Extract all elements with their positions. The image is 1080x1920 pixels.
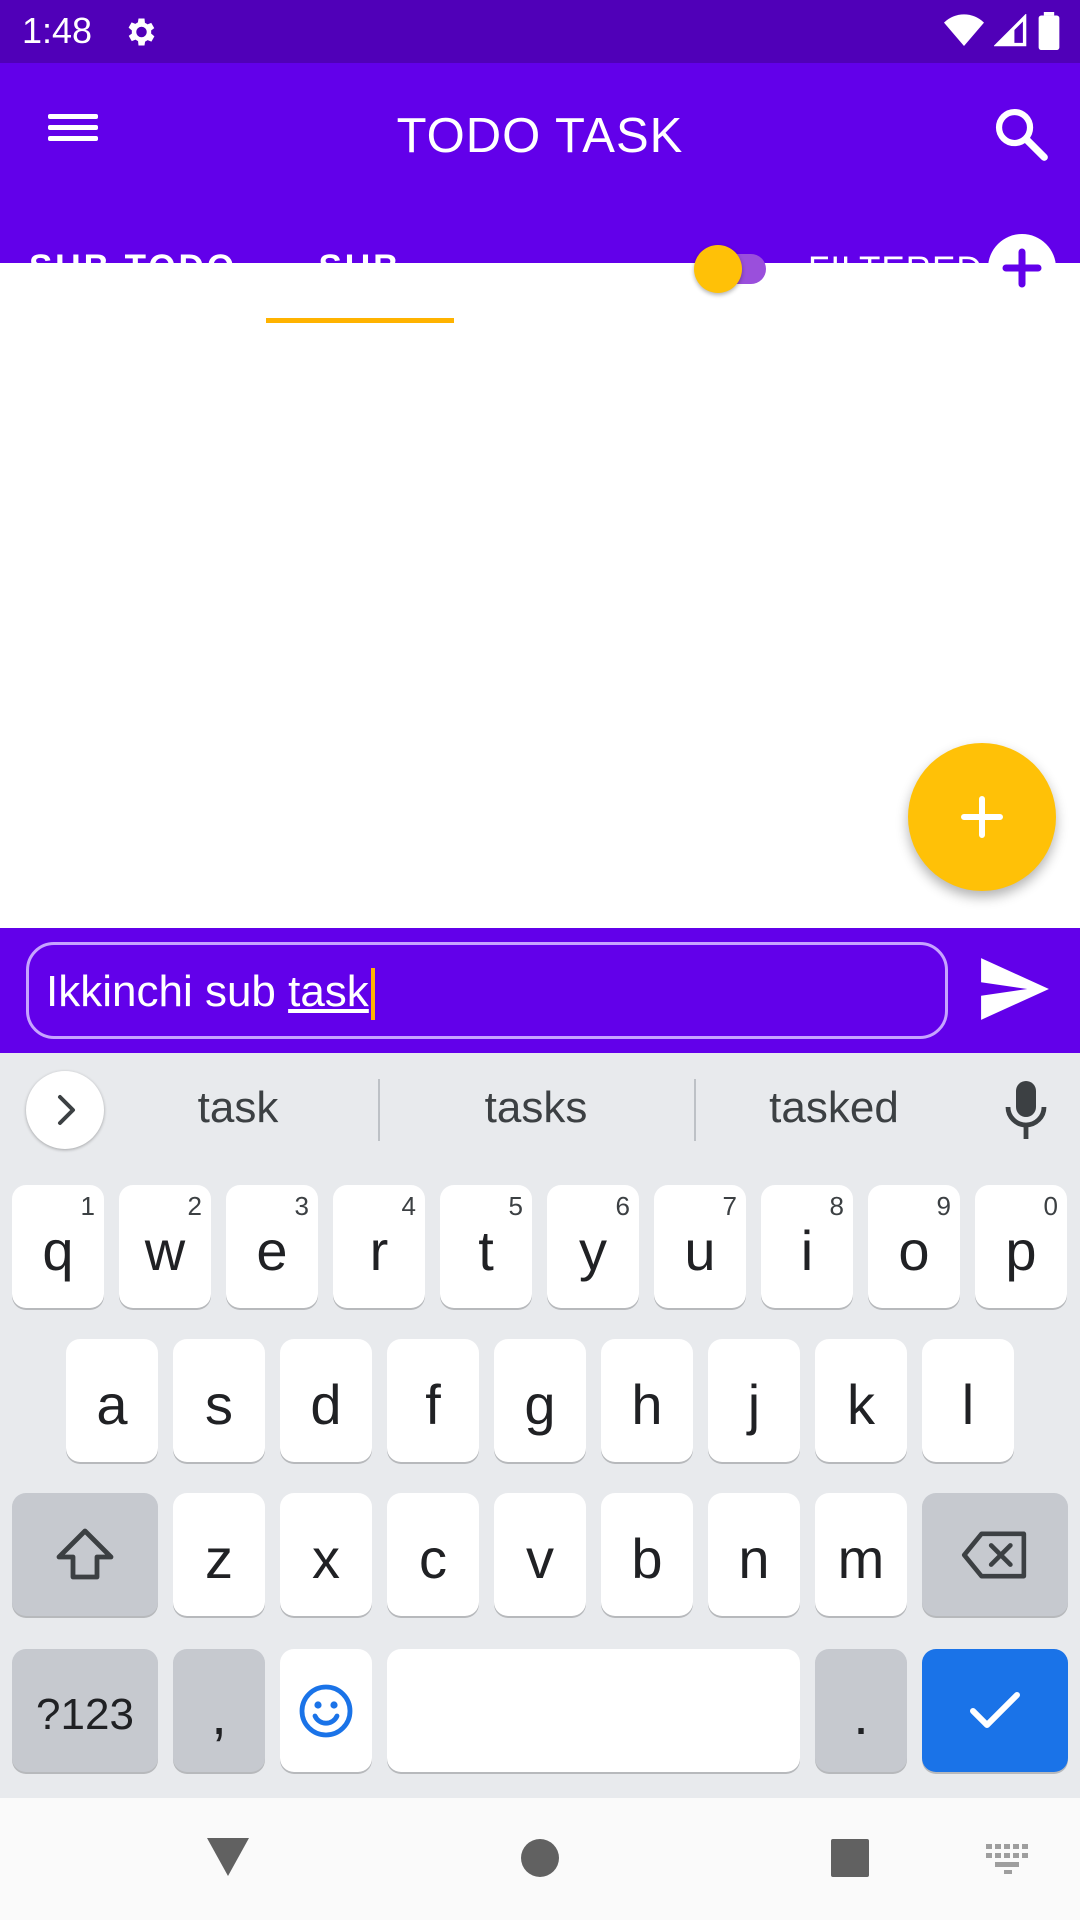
input-bar: Ikkinchi sub task — [0, 928, 1080, 1053]
battery-icon — [1038, 12, 1060, 50]
settings-icon — [128, 18, 155, 46]
key-h[interactable]: h — [601, 1339, 693, 1462]
navigation-bar — [0, 1798, 1080, 1920]
keyboard: task tasks tasked 1q 2w 3e 4r 5t 6y 7u 8… — [0, 1053, 1080, 1798]
key-p[interactable]: 0p — [975, 1185, 1067, 1308]
suggestion-divider — [694, 1079, 696, 1141]
key-k[interactable]: k — [815, 1339, 907, 1462]
suggestion-1[interactable]: task — [138, 1083, 338, 1133]
key-e[interactable]: 3e — [226, 1185, 318, 1308]
key-r[interactable]: 4r — [333, 1185, 425, 1308]
key-i[interactable]: 8i — [761, 1185, 853, 1308]
done-key[interactable] — [922, 1649, 1068, 1772]
key-a[interactable]: a — [66, 1339, 158, 1462]
key-y[interactable]: 6y — [547, 1185, 639, 1308]
suggestion-2[interactable]: tasks — [436, 1083, 636, 1133]
status-time: 1:48 — [22, 10, 93, 51]
key-s[interactable]: s — [173, 1339, 265, 1462]
input-composing-word: task — [288, 967, 369, 1016]
key-t[interactable]: 5t — [440, 1185, 532, 1308]
status-icons — [944, 12, 1060, 50]
send-icon[interactable] — [978, 958, 1052, 1020]
key-c[interactable]: c — [387, 1493, 479, 1616]
wifi-icon — [944, 14, 984, 46]
tab-sub-todo[interactable]: SUB TODO — [0, 228, 266, 308]
filtered-label: FILTERED — [808, 250, 983, 289]
add-icon — [961, 796, 1003, 838]
emoji-key[interactable] — [280, 1649, 372, 1772]
back-icon[interactable] — [205, 1836, 251, 1878]
add-task-fab[interactable] — [908, 743, 1056, 891]
chevron-right-icon — [58, 1095, 75, 1125]
add-circle-icon — [1002, 248, 1042, 288]
recents-icon[interactable] — [830, 1838, 870, 1878]
key-x[interactable]: x — [280, 1493, 372, 1616]
key-q[interactable]: 1q — [12, 1185, 104, 1308]
tab-sub[interactable]: SUB — [266, 228, 454, 308]
add-circle-button[interactable] — [988, 234, 1056, 302]
space-key[interactable] — [387, 1649, 800, 1772]
symbols-key[interactable]: ?123 — [12, 1649, 158, 1772]
sub-task-input[interactable]: Ikkinchi sub task — [26, 942, 948, 1039]
search-icon[interactable] — [990, 103, 1052, 165]
status-bar: 1:48 — [0, 0, 1080, 63]
key-j[interactable]: j — [708, 1339, 800, 1462]
text-caret — [370, 968, 375, 1021]
key-m[interactable]: m — [815, 1493, 907, 1616]
input-text: Ikkinchi sub task — [46, 967, 375, 1021]
input-prefix: Ikkinchi sub — [46, 967, 289, 1016]
comma-key[interactable]: , — [173, 1649, 265, 1772]
filter-toggle[interactable] — [690, 244, 780, 294]
key-g[interactable]: g — [494, 1339, 586, 1462]
backspace-key[interactable] — [922, 1493, 1068, 1616]
key-f[interactable]: f — [387, 1339, 479, 1462]
shift-key[interactable] — [12, 1493, 158, 1616]
backspace-icon — [961, 1531, 1027, 1578]
key-l[interactable]: l — [922, 1339, 1014, 1462]
suggestion-3[interactable]: tasked — [734, 1083, 934, 1133]
emoji-icon — [299, 1684, 353, 1737]
cell-signal-icon — [994, 14, 1027, 47]
key-b[interactable]: b — [601, 1493, 693, 1616]
tab-indicator — [266, 318, 454, 323]
key-v[interactable]: v — [494, 1493, 586, 1616]
suggestions-expand-button[interactable] — [26, 1071, 104, 1149]
home-icon[interactable] — [520, 1838, 560, 1878]
key-u[interactable]: 7u — [654, 1185, 746, 1308]
page-title: TODO TASK — [396, 109, 684, 163]
microphone-icon[interactable] — [1004, 1081, 1048, 1141]
check-icon — [970, 1691, 1020, 1728]
key-d[interactable]: d — [280, 1339, 372, 1462]
suggestion-divider — [378, 1079, 380, 1141]
key-z[interactable]: z — [173, 1493, 265, 1616]
shift-icon — [56, 1528, 114, 1579]
toggle-thumb — [694, 245, 742, 293]
key-w[interactable]: 2w — [119, 1185, 211, 1308]
key-n[interactable]: n — [708, 1493, 800, 1616]
period-key[interactable]: . — [815, 1649, 907, 1772]
key-o[interactable]: 9o — [868, 1185, 960, 1308]
keyboard-switch-icon[interactable] — [986, 1844, 1030, 1874]
